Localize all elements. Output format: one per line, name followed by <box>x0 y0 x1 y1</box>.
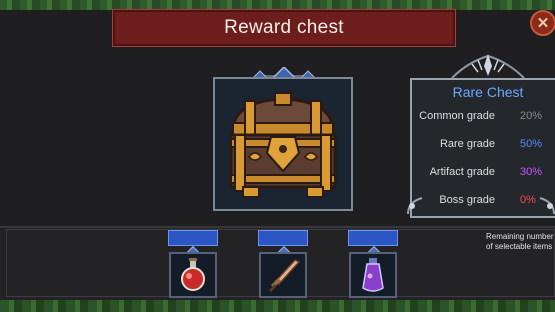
background-grass-bottom <box>0 300 555 312</box>
grade-row-rare: Rare grade 50% <box>413 138 543 154</box>
grade-row-artifact: Artifact grade 30% <box>413 166 543 182</box>
remaining-line-1: Remaining number <box>486 232 554 241</box>
grade-value: 0% <box>520 194 536 206</box>
grade-label: Boss grade <box>439 194 495 206</box>
remaining-selectable-text: Remaining number of selectable items <box>486 232 555 252</box>
panel-corner-ornament-icon <box>539 197 555 215</box>
item-slot-red-potion[interactable] <box>169 252 217 298</box>
grade-row-boss: Boss grade 0% <box>413 194 543 210</box>
close-x-icon: ✕ <box>536 15 550 32</box>
purple-potion-icon <box>362 258 384 292</box>
chest-display-frame <box>213 77 353 211</box>
item-slot-header <box>348 230 398 246</box>
item-slot-sword[interactable] <box>259 252 307 298</box>
grade-row-common: Common grade 20% <box>413 110 543 126</box>
panel-corner-ornament-icon <box>407 197 423 215</box>
page-title: Reward chest <box>224 17 344 38</box>
grade-value: 30% <box>520 166 543 178</box>
item-slot-purple-potion[interactable] <box>349 252 397 298</box>
treasure-chest-icon <box>215 79 351 209</box>
grade-label: Artifact grade <box>429 166 495 178</box>
title-banner: Reward chest <box>112 9 456 47</box>
close-button[interactable]: ✕ <box>530 10 555 36</box>
grade-value: 50% <box>520 138 543 150</box>
item-slot-header <box>258 230 308 246</box>
grade-value: 20% <box>520 110 543 122</box>
grade-label: Rare grade <box>439 138 495 150</box>
info-ornament-icon <box>451 54 525 79</box>
grade-label: Common grade <box>419 110 495 122</box>
item-slot-header <box>168 230 218 246</box>
chest-type-title: Rare Chest <box>452 84 524 100</box>
red-potion-icon <box>181 258 205 291</box>
sword-icon <box>269 259 301 292</box>
remaining-line-2: of selectable items <box>486 242 553 251</box>
